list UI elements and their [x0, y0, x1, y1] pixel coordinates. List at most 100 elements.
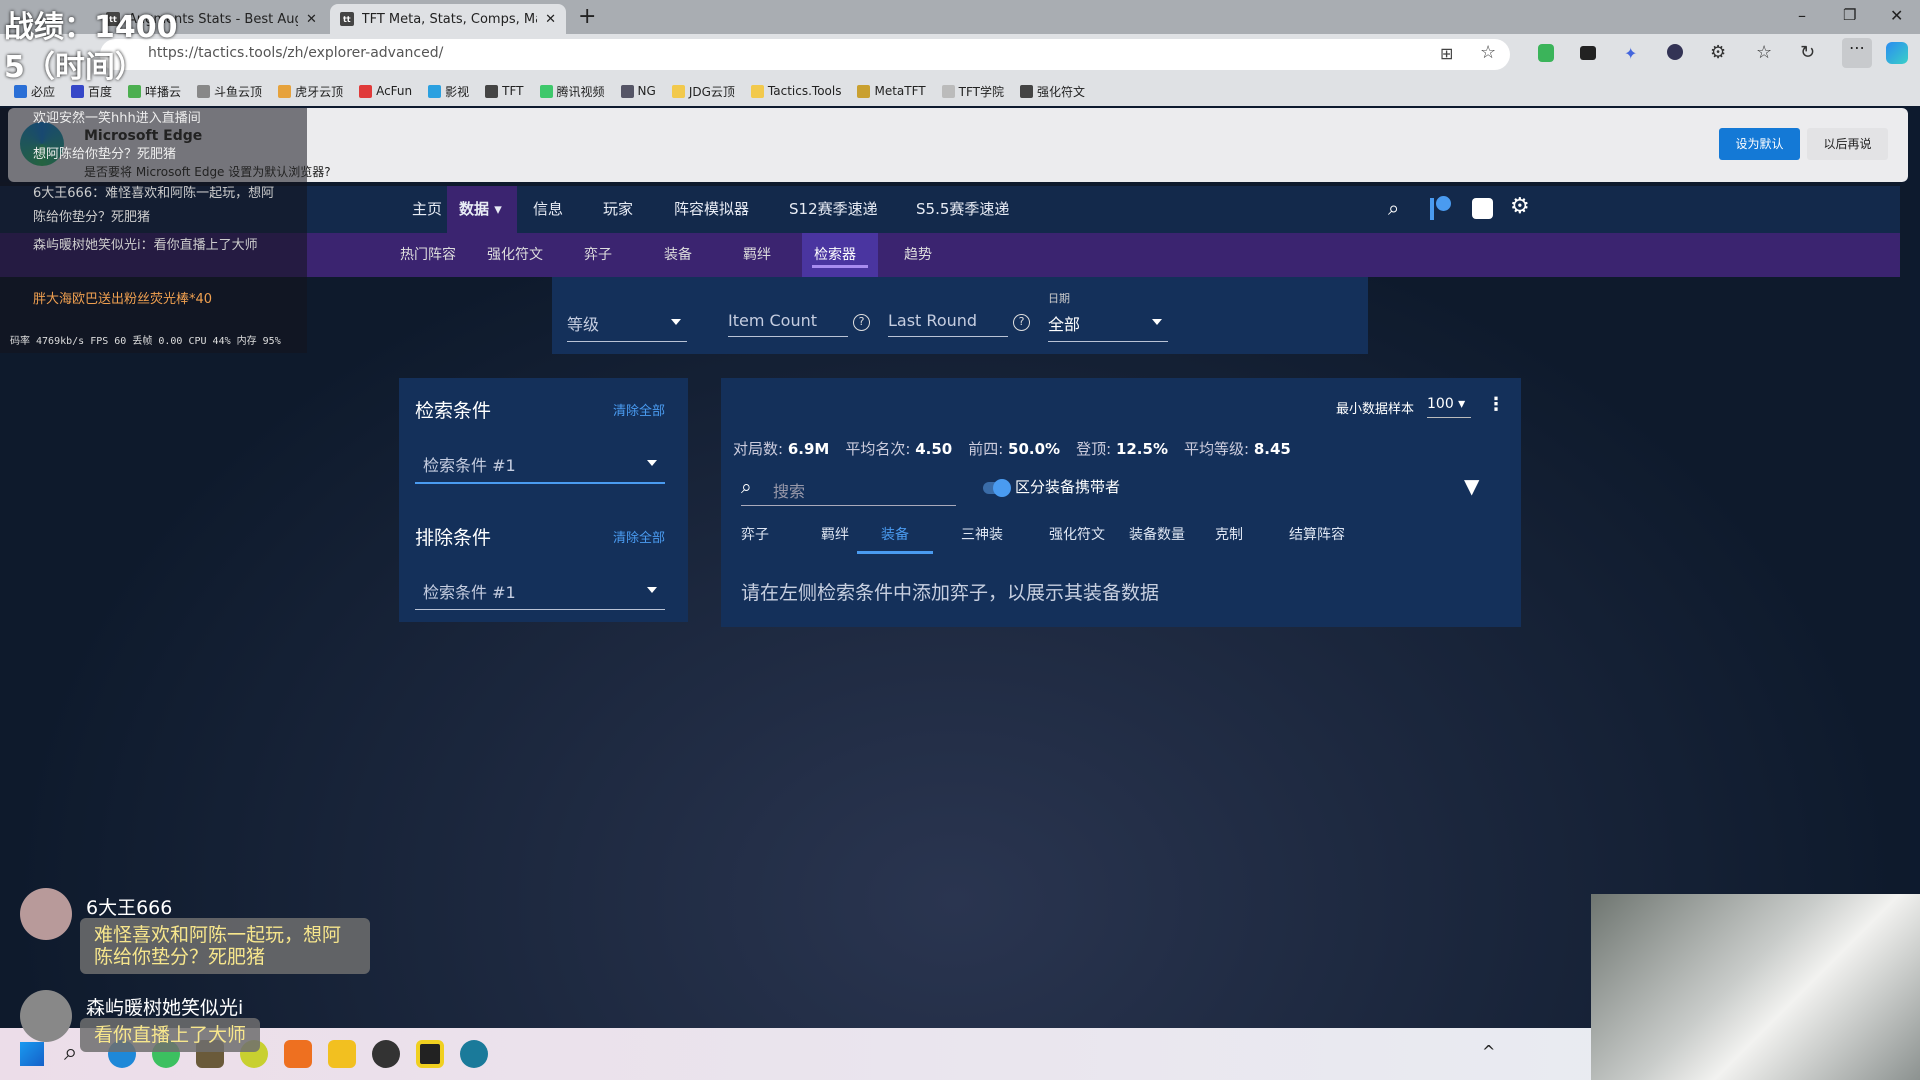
later-button[interactable]: 以后再说: [1807, 128, 1888, 160]
nav-team-builder[interactable]: 阵容模拟器: [662, 186, 761, 233]
address-bar-row: https://tactics.tools/zh/explorer-advanc…: [0, 34, 1920, 76]
bookmarks-bar: 必应 百度 咩播云 斗鱼云顶 虎牙云顶 AcFun 影视 TFT 腾讯视频 NG JDG云顶 Tact…: [0, 76, 1920, 106]
chevron-down-icon: [647, 460, 657, 466]
favorite-star-icon[interactable]: ☆: [1480, 42, 1496, 63]
results-tab[interactable]: 克制: [1215, 524, 1243, 554]
results-tab[interactable]: 弈子: [741, 524, 769, 554]
url-input[interactable]: https://tactics.tools/zh/explorer-advanc…: [100, 39, 1510, 70]
clear-exclude-button[interactable]: 清除全部: [613, 527, 665, 546]
restore-button[interactable]: ❐: [1843, 6, 1856, 24]
copilot-icon[interactable]: [1886, 42, 1908, 64]
bookmark-item[interactable]: 斗鱼云顶: [197, 83, 262, 100]
extension-icon[interactable]: [1580, 46, 1596, 60]
extensions-puzzle-icon[interactable]: ⚙: [1710, 42, 1726, 63]
windows-start-icon[interactable]: [20, 1042, 44, 1066]
tab-favicon-icon: tt: [340, 12, 354, 26]
results-tab[interactable]: 三神装: [961, 524, 1003, 554]
date-select[interactable]: 全部: [1048, 311, 1168, 342]
bookmark-item[interactable]: NG: [620, 84, 656, 98]
subnav-items[interactable]: 装备: [652, 233, 704, 277]
clear-include-button[interactable]: 清除全部: [613, 400, 665, 419]
filter-bar: 等级 Item Count ? Last Round ? 日期 全部: [552, 277, 1368, 354]
bookmark-item[interactable]: AcFun: [359, 84, 412, 98]
level-select[interactable]: 等级: [567, 311, 687, 342]
bookmark-item[interactable]: TFT学院: [941, 83, 1004, 100]
chevron-down-icon: [647, 587, 657, 593]
results-tab[interactable]: 强化符文: [1049, 524, 1105, 554]
bookmark-item[interactable]: 影视: [428, 83, 469, 100]
subnav-explorer[interactable]: 检索器: [802, 233, 878, 277]
set-default-button[interactable]: 设为默认: [1719, 128, 1800, 160]
obs-taskbar-icon[interactable]: [372, 1040, 400, 1068]
bookmark-icon: [197, 84, 211, 98]
subnav-augments[interactable]: 强化符文: [475, 233, 555, 277]
close-window-button[interactable]: ✕: [1890, 6, 1903, 25]
subnav-units[interactable]: 弈子: [572, 233, 624, 277]
search-icon: ⌕: [741, 476, 752, 498]
nav-home[interactable]: 主页: [400, 186, 454, 233]
more-options-icon[interactable]: ⋮: [1487, 394, 1505, 415]
filter-funnel-icon[interactable]: ▼: [1464, 474, 1479, 498]
help-icon[interactable]: ?: [853, 314, 870, 331]
bookmark-item[interactable]: 强化符文: [1019, 83, 1085, 100]
search-icon[interactable]: ⌕: [1388, 196, 1399, 220]
last-round-input[interactable]: Last Round: [888, 311, 1008, 337]
bookmark-item[interactable]: TFT: [485, 84, 524, 98]
subnav-traits[interactable]: 羁绊: [731, 233, 783, 277]
settings-gear-icon[interactable]: ⚙: [1510, 194, 1530, 219]
discord-icon[interactable]: [1472, 198, 1493, 219]
stat-item: 前四: 50.0%: [968, 440, 1061, 458]
item-count-input[interactable]: Item Count: [728, 311, 848, 337]
tray-chevron-up-icon[interactable]: ^: [1482, 1042, 1495, 1061]
chat-bubble: 难怪喜欢和阿陈一起玩，想阿陈给你垫分？死肥猪: [80, 918, 370, 974]
nav-info[interactable]: 信息: [521, 186, 575, 233]
bookmark-item[interactable]: Tactics.Tools: [750, 84, 841, 98]
results-tab[interactable]: 装备: [857, 524, 933, 554]
results-tab[interactable]: 结算阵容: [1289, 524, 1345, 554]
nav-players[interactable]: 玩家: [591, 186, 645, 233]
webcam-feed: [1591, 894, 1920, 1080]
stat-item: 平均名次: 4.50: [845, 440, 953, 458]
subnav-trends[interactable]: 趋势: [892, 233, 944, 277]
help-icon[interactable]: ?: [1013, 314, 1030, 331]
min-sample-select[interactable]: 100 ▾: [1427, 396, 1471, 418]
taskbar-search-icon[interactable]: ⌕: [64, 1038, 77, 1066]
avatar: [20, 888, 72, 940]
new-tab-button[interactable]: +: [578, 4, 596, 29]
bookmark-item[interactable]: 虎牙云顶: [278, 83, 343, 100]
patreon-icon[interactable]: [1430, 198, 1434, 220]
minimize-button[interactable]: –: [1798, 6, 1806, 25]
active-underline: [812, 265, 868, 268]
favorites-icon[interactable]: ☆: [1756, 42, 1772, 63]
nav-data[interactable]: 数据 ▾: [447, 186, 517, 233]
close-tab-icon[interactable]: ✕: [306, 12, 317, 27]
history-icon[interactable]: ↻: [1800, 42, 1815, 63]
bookmark-item[interactable]: MetaTFT: [857, 84, 926, 98]
carrier-toggle[interactable]: [983, 479, 1011, 497]
bookmark-item[interactable]: JDG云顶: [671, 83, 735, 100]
chat-bubble: 看你直播上了大师: [80, 1018, 261, 1052]
stat-item: 对局数: 6.9M: [733, 440, 830, 458]
app-view-icon[interactable]: ⊞: [1440, 44, 1453, 63]
league-client-taskbar-icon[interactable]: [460, 1040, 488, 1068]
extension-avatar-icon[interactable]: [1667, 44, 1683, 60]
bookmark-icon: [278, 84, 292, 98]
search-input[interactable]: ⌕ 搜索: [741, 474, 956, 506]
app-taskbar-icon[interactable]: [416, 1040, 444, 1068]
close-tab-icon[interactable]: ✕: [545, 12, 556, 27]
app-taskbar-icon[interactable]: [284, 1040, 312, 1068]
more-menu-button[interactable]: ⋯: [1842, 38, 1872, 68]
include-criteria-select[interactable]: 检索条件 #1: [415, 452, 665, 484]
subnav-comps[interactable]: 热门阵容: [388, 233, 468, 277]
results-tab[interactable]: 装备数量: [1129, 524, 1185, 554]
results-tab[interactable]: 羁绊: [821, 524, 849, 554]
notice-title: Microsoft Edge: [84, 128, 203, 144]
browser-tab-active[interactable]: ttTFT Meta, Stats, Comps, Match Hi✕: [330, 4, 566, 34]
nav-s12[interactable]: S12赛季速递: [777, 186, 890, 233]
exclude-criteria-select[interactable]: 检索条件 #1: [415, 579, 665, 610]
extension-bird-icon[interactable]: ✦: [1624, 44, 1637, 63]
bookmark-item[interactable]: 腾讯视频: [539, 83, 605, 100]
extension-shield-icon[interactable]: [1538, 44, 1554, 62]
huya-taskbar-icon[interactable]: [328, 1040, 356, 1068]
nav-s55[interactable]: S5.5赛季速递: [904, 186, 1021, 233]
